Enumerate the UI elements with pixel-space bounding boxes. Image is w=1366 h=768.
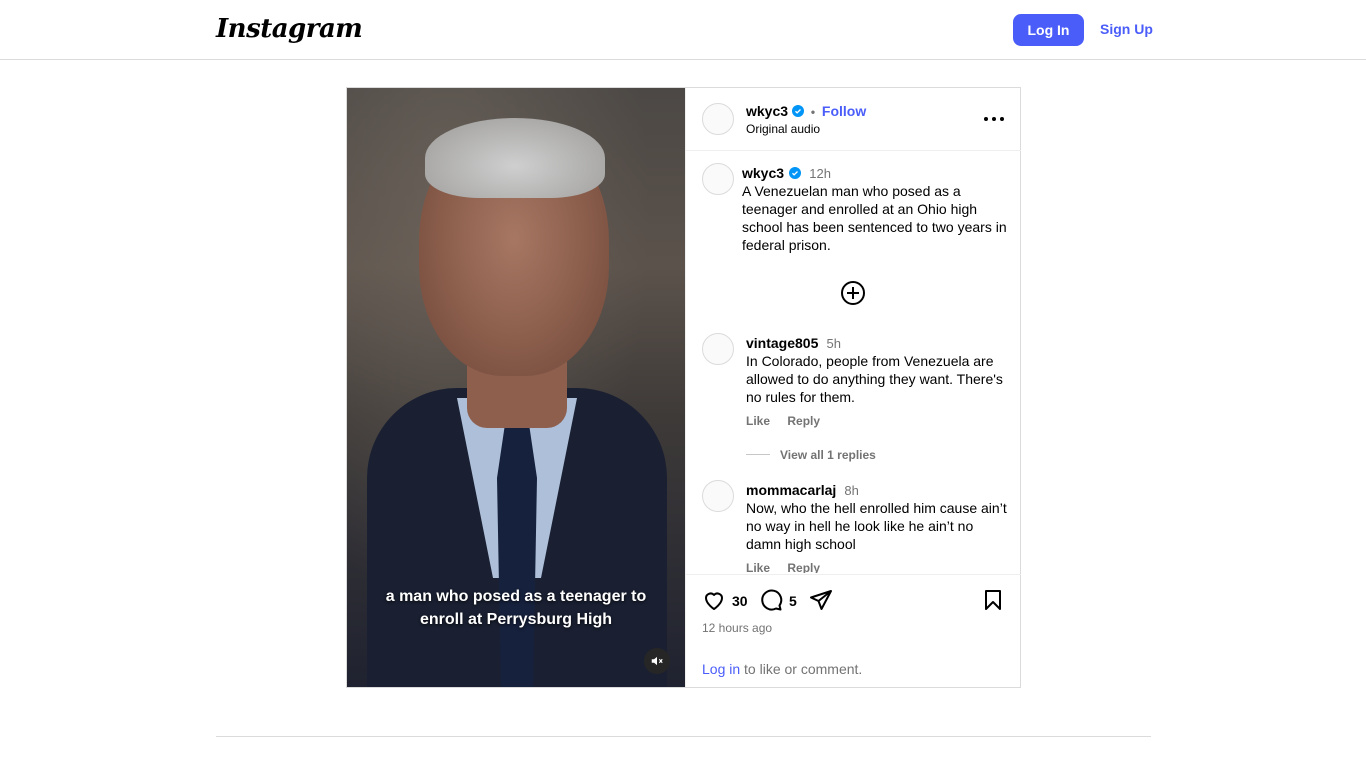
post-actions-section: 30 5 12 hours ago Log in to like or comm… <box>686 574 1021 687</box>
comment-text: Now, who the hell enrolled him cause ain… <box>746 500 1007 552</box>
comment-item: mommacarlaj 8h Now, who the hell enrolle… <box>746 480 1011 573</box>
comment-reply-button[interactable]: Reply <box>787 561 820 573</box>
video-person-tie <box>497 424 537 687</box>
follow-button[interactable]: Follow <box>822 103 866 119</box>
post-sidebar: wkyc3 • Follow Original audio wkyc3 12h … <box>685 88 1021 687</box>
comment-username[interactable]: vintage805 <box>746 335 818 351</box>
caption-username[interactable]: wkyc3 <box>742 165 784 181</box>
caption-time: 12h <box>809 166 831 181</box>
video-caption: a man who posed as a teenager to enroll … <box>347 585 685 631</box>
comment-actions: Like Reply <box>746 414 1011 428</box>
caption-avatar[interactable] <box>702 163 734 195</box>
mute-toggle-button[interactable] <box>644 648 670 674</box>
like-count[interactable]: 30 <box>732 593 748 609</box>
comment-icon[interactable] <box>759 588 783 612</box>
separator-dot: • <box>810 105 816 119</box>
share-icon[interactable] <box>809 588 833 612</box>
comments-list[interactable]: wkyc3 12h A Venezuelan man who posed as … <box>686 152 1021 573</box>
verified-badge-icon <box>791 105 804 117</box>
top-navigation-bar: Instagram Log In Sign Up <box>0 0 1366 60</box>
comment-text: In Colorado, people from Venezuela are a… <box>746 353 1003 405</box>
post-timestamp: 12 hours ago <box>702 621 773 635</box>
login-prompt: Log in to like or comment. <box>702 661 862 677</box>
signup-link[interactable]: Sign Up <box>1100 21 1153 37</box>
login-prompt-text: to like or comment. <box>740 661 863 677</box>
login-prompt-link[interactable]: Log in <box>702 661 740 677</box>
verified-badge-icon <box>789 167 802 179</box>
comment-time: 5h <box>826 336 841 351</box>
video-caption-line-1: a man who posed as a teenager to <box>385 588 647 605</box>
comment-like-button[interactable]: Like <box>746 561 770 573</box>
heart-icon[interactable] <box>702 588 726 612</box>
comment-reply-button[interactable]: Reply <box>787 414 820 428</box>
post-author-line: wkyc3 • Follow <box>746 103 866 119</box>
replies-divider <box>746 454 770 455</box>
video-person-hair <box>425 118 605 198</box>
login-button[interactable]: Log In <box>1013 14 1084 46</box>
comment-actions: Like Reply <box>746 561 1011 573</box>
muted-speaker-icon <box>651 656 663 666</box>
post-header: wkyc3 • Follow Original audio <box>686 88 1021 151</box>
comment-avatar[interactable] <box>702 480 734 512</box>
footer-divider <box>216 736 1151 737</box>
comment-avatar[interactable] <box>702 333 734 365</box>
audio-label[interactable]: Original audio <box>746 122 820 136</box>
comment-like-button[interactable]: Like <box>746 414 770 428</box>
comment-count[interactable]: 5 <box>789 593 797 609</box>
comment-time: 8h <box>844 483 859 498</box>
view-replies-button[interactable]: View all 1 replies <box>780 448 876 462</box>
instagram-logo[interactable]: Instagram <box>216 14 363 44</box>
bookmark-icon[interactable] <box>981 588 1005 612</box>
comment-item: vintage805 5h In Colorado, people from V… <box>746 333 1011 428</box>
post-author-username[interactable]: wkyc3 <box>746 103 788 119</box>
post-video[interactable]: a man who posed as a teenager to enroll … <box>347 88 685 687</box>
caption-text: A Venezuelan man who posed as a teenager… <box>742 183 1007 253</box>
post-card: a man who posed as a teenager to enroll … <box>346 87 1021 688</box>
more-options-icon[interactable] <box>982 112 1006 126</box>
caption-comment: wkyc3 12h A Venezuelan man who posed as … <box>742 163 1012 254</box>
add-comment-icon[interactable] <box>840 280 866 306</box>
author-avatar[interactable] <box>702 103 734 135</box>
video-caption-line-2: enroll at Perrysburg High <box>419 611 613 628</box>
comment-username[interactable]: mommacarlaj <box>746 482 836 498</box>
